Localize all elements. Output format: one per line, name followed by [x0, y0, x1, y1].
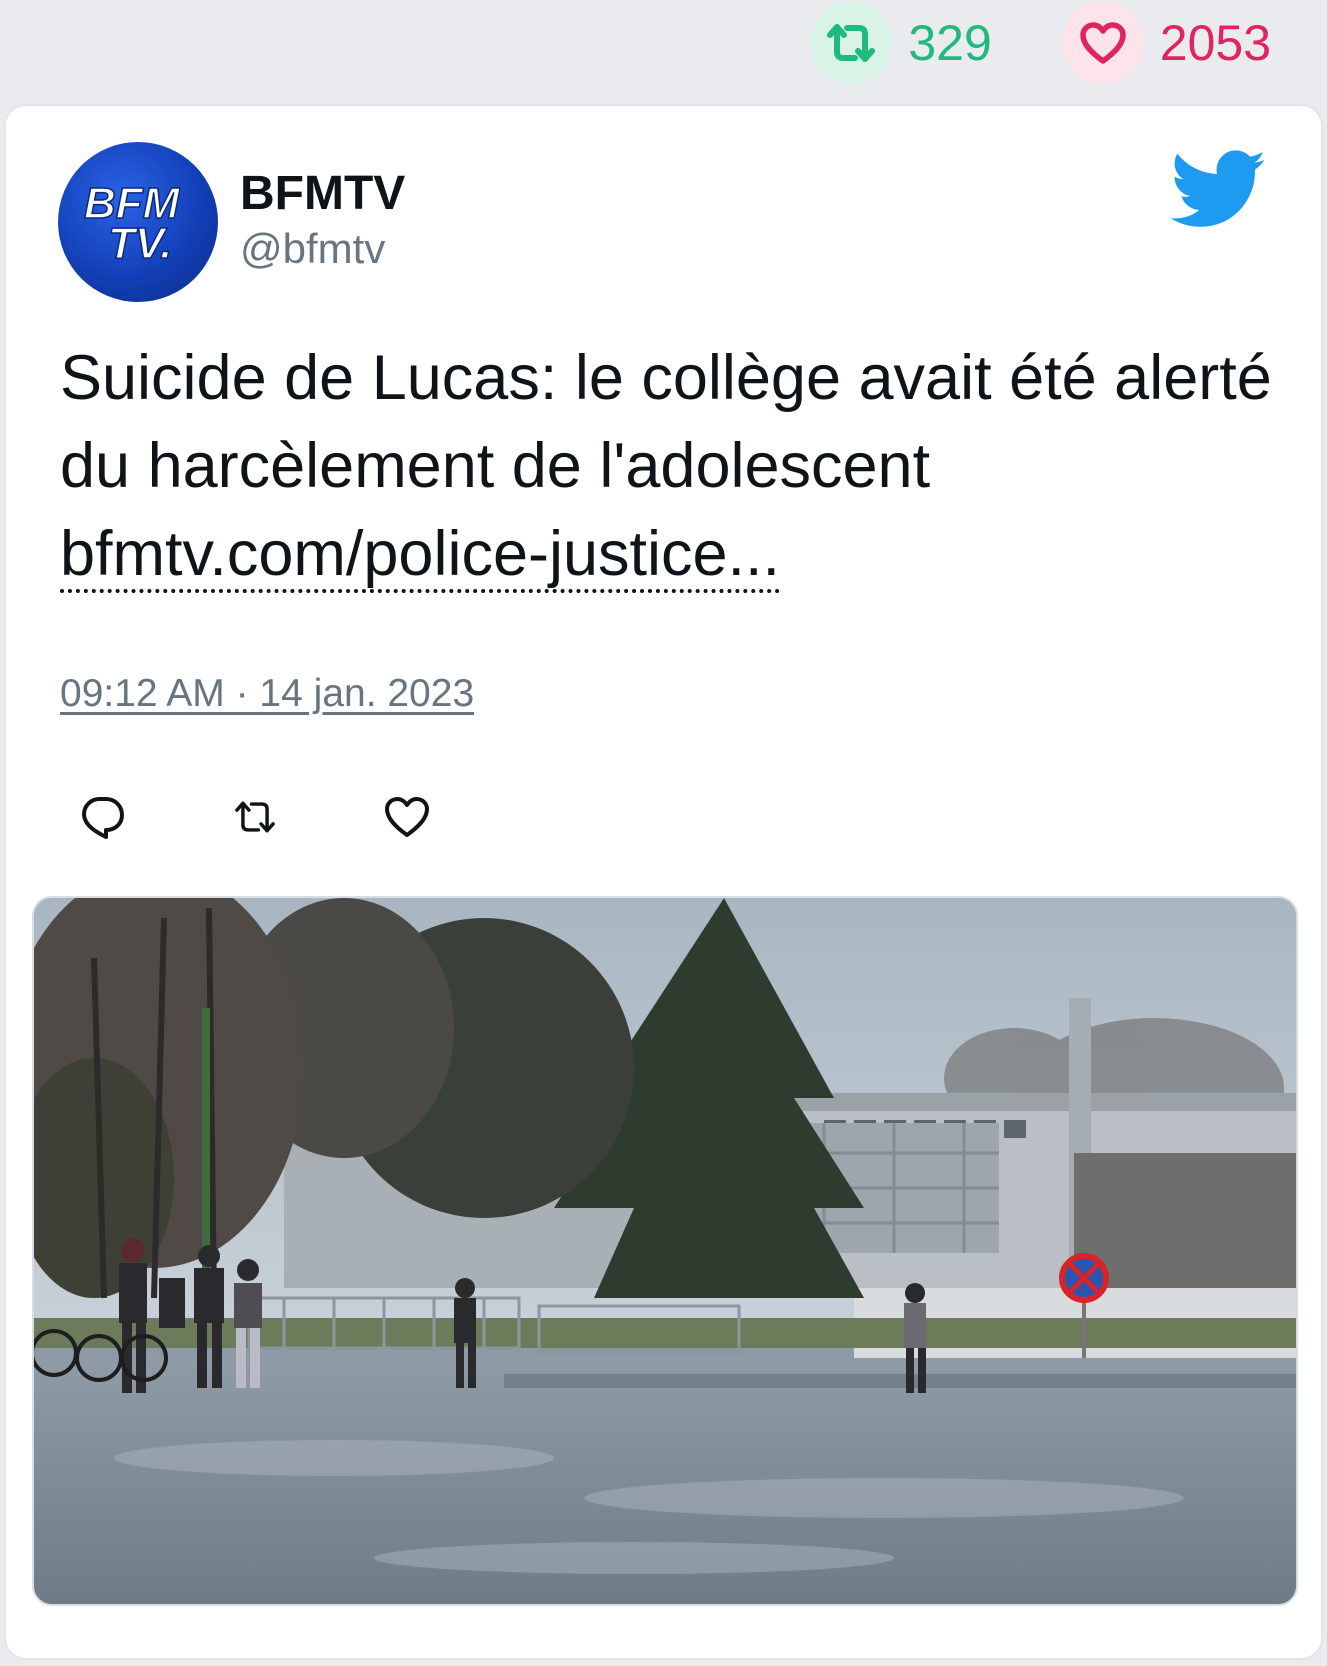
tweet-card: BFM TV. BFMTV @bfmtv Suicide de Lucas: l…	[4, 104, 1323, 1660]
heart-icon	[385, 797, 429, 837]
tweet-media-image[interactable]	[32, 896, 1298, 1606]
heart-icon	[1080, 22, 1126, 64]
tweet-text: Suicide de Lucas: le collège avait été a…	[60, 343, 1272, 501]
retweet-stat-bubble	[810, 2, 893, 84]
author-info: BFMTV @bfmtv	[240, 166, 405, 274]
like-button[interactable]	[382, 792, 432, 842]
tweet-link[interactable]: bfmtv.com/police-justice...	[60, 519, 781, 593]
reply-button[interactable]	[78, 792, 128, 842]
media-scene	[34, 898, 1296, 1604]
bfmtv-logo: BFM TV.	[83, 178, 181, 269]
avatar-text-line2: TV.	[108, 219, 172, 268]
author-name[interactable]: BFMTV	[240, 166, 405, 222]
author-handle[interactable]: @bfmtv	[240, 224, 405, 274]
avatar[interactable]: BFM TV.	[58, 142, 218, 302]
retweet-button[interactable]	[230, 792, 280, 842]
tweet-body: Suicide de Lucas: le collège avait été a…	[60, 334, 1280, 598]
engagement-stats: 329 2053	[810, 0, 1271, 86]
retweet-stat[interactable]: 329	[810, 2, 992, 84]
tweet-actions	[78, 792, 432, 842]
twitter-bird-icon[interactable]	[1169, 150, 1269, 230]
tweet-timestamp[interactable]: 09:12 AM · 14 jan. 2023	[60, 672, 474, 716]
reply-icon	[82, 797, 124, 839]
like-stat[interactable]: 2053	[1061, 2, 1271, 84]
retweet-icon	[827, 24, 876, 62]
like-stat-bubble	[1061, 2, 1144, 84]
retweet-count: 329	[908, 15, 992, 71]
retweet-icon	[235, 801, 275, 833]
like-count: 2053	[1159, 15, 1271, 71]
